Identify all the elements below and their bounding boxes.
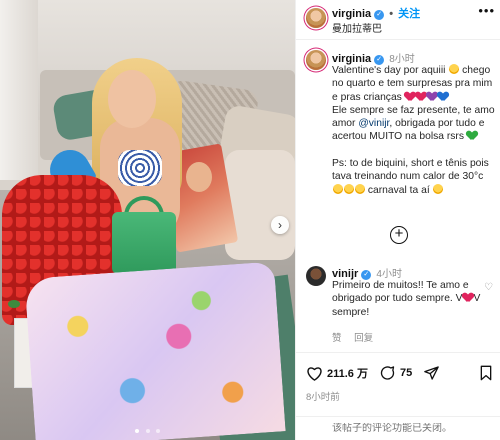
photo-poster-face [186, 162, 212, 192]
post-timestamp: 8小时前 [306, 392, 340, 403]
comment-count: 75 [400, 367, 413, 379]
add-comment-bar [296, 416, 500, 440]
like-count: 211.6 万 [327, 368, 368, 380]
comment-text-part: Primeiro de muitos!! Te amo e obrigado p… [332, 280, 469, 305]
photo-gift-wrap [24, 261, 286, 440]
laughing-emoji-icon [332, 183, 343, 194]
share-button[interactable] [423, 365, 444, 381]
avatar[interactable] [306, 266, 326, 286]
photo-person-bikini [118, 150, 162, 186]
photo-pillow [225, 150, 295, 260]
laughing-emoji-icon [354, 183, 365, 194]
comment-header: vinijr ✓ 4小时 [332, 265, 402, 280]
blue-heart-emoji-icon [438, 92, 448, 101]
mention-link[interactable]: @vinijr [358, 118, 389, 129]
comment-actions: 赞 回复 [332, 330, 383, 344]
photo-person-face [108, 70, 156, 128]
like-button[interactable]: 211.6 万 [306, 365, 368, 381]
avatar[interactable] [306, 8, 326, 28]
caption-text-part: carnaval ta aí [365, 184, 433, 196]
laughing-emoji-icon [343, 183, 354, 194]
speech-bubble-icon [380, 366, 395, 380]
caption-text: Valentine's day por aquiii chego no quar… [332, 64, 495, 197]
comment-reply-button[interactable]: 回复 [354, 333, 373, 344]
avatar[interactable] [306, 50, 326, 70]
carousel-dot [155, 429, 160, 433]
bookmark-icon [480, 365, 492, 381]
heart-outline-icon [307, 367, 322, 381]
post-location[interactable]: 曼加拉蒂巴 [332, 20, 382, 35]
action-row: 211.6 万 75 [306, 365, 452, 383]
photo-window [0, 0, 38, 180]
follow-button[interactable]: 关注 [398, 8, 420, 20]
post-header: virginia ✓ • 关注 曼加拉蒂巴 ••• [296, 0, 500, 40]
carousel-dot [145, 429, 150, 433]
post-photo[interactable]: › [0, 0, 295, 440]
verified-badge-icon: ✓ [374, 10, 385, 20]
comment-like-button[interactable]: 赞 [332, 333, 342, 344]
caption-text-part: Ps: to de biquini, short e tênis pois ta… [332, 158, 489, 183]
plus-circle-icon[interactable]: + [390, 226, 408, 244]
green-heart-emoji-icon [467, 131, 477, 140]
save-button[interactable] [479, 365, 493, 386]
comment-button[interactable]: 75 [379, 365, 412, 381]
post-viewer: › virginia ✓ • 关注 曼加拉蒂巴 ••• virginia ✓ 8… [0, 0, 500, 440]
separator-dot: • [389, 8, 394, 20]
carousel-dots [0, 420, 295, 438]
laughing-emoji-icon [433, 183, 444, 194]
heart-outline-icon[interactable]: ♡ [484, 282, 493, 293]
more-dots-icon[interactable]: ••• [478, 3, 495, 18]
comment-text: Primeiro de muitos!! Te amo e obrigado p… [332, 279, 492, 319]
caption-text-part: Valentine's day por aquiii [332, 65, 449, 76]
paper-plane-icon [424, 366, 440, 380]
comment-input[interactable] [332, 423, 492, 434]
post-author-username[interactable]: virginia [332, 8, 371, 20]
post-side-panel: virginia ✓ • 关注 曼加拉蒂巴 ••• virginia ✓ 8小时… [295, 0, 500, 440]
photo-green-bag [112, 212, 176, 274]
red-heart-emoji-icon [463, 293, 473, 302]
chevron-right-icon[interactable]: › [271, 216, 289, 234]
caption-header: virginia ✓ 8小时 [332, 50, 415, 65]
post-actions: 211.6 万 75 8小时前 [296, 352, 500, 408]
post-author-row: virginia ✓ • 关注 [332, 5, 420, 21]
photo-leaf [8, 300, 20, 308]
carousel-dot [135, 429, 140, 433]
laughing-emoji-icon [448, 64, 459, 74]
